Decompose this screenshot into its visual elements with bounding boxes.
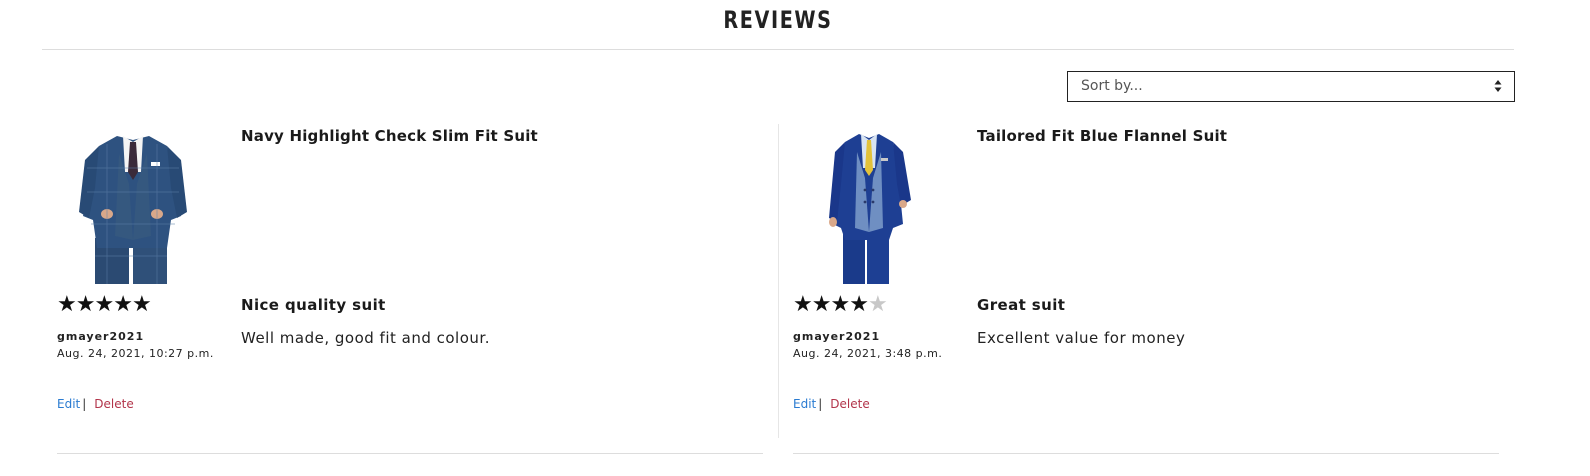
- sort-caret-icon: [1494, 80, 1502, 92]
- star-icon-filled: ★: [793, 292, 813, 317]
- sort-select[interactable]: Sort by...: [1067, 71, 1515, 102]
- title-divider: [42, 49, 1514, 50]
- star-icon-filled: ★: [113, 292, 133, 317]
- review-actions: Edit | Delete: [57, 397, 134, 411]
- delete-link[interactable]: Delete: [94, 397, 133, 411]
- review-date: Aug. 24, 2021, 10:27 p.m.: [57, 347, 214, 360]
- star-icon-filled: ★: [57, 292, 77, 317]
- star-icon-filled: ★: [811, 292, 832, 317]
- product-name[interactable]: Navy Highlight Check Slim Fit Suit: [241, 127, 538, 145]
- edit-link[interactable]: Edit: [793, 397, 816, 411]
- card-divider: [57, 453, 763, 454]
- product-image[interactable]: [793, 128, 945, 284]
- star-rating: ★★★★★: [57, 292, 152, 318]
- star-icon-filled: ★: [830, 292, 850, 317]
- action-separator: |: [818, 397, 823, 411]
- page-title: REVIEWS: [723, 6, 833, 34]
- star-rating: ★★★★★: [793, 292, 888, 318]
- review-body: Well made, good fit and colour.: [241, 329, 490, 347]
- star-icon-filled: ★: [75, 292, 96, 317]
- product-image[interactable]: [57, 128, 209, 284]
- star-icon-empty: ★: [867, 292, 888, 317]
- review-card: Navy Highlight Check Slim Fit Suit ★★★★★…: [57, 124, 763, 454]
- star-icon-filled: ★: [94, 292, 114, 317]
- product-name[interactable]: Tailored Fit Blue Flannel Suit: [977, 127, 1227, 145]
- star-icon-filled: ★: [849, 292, 869, 317]
- reviewer-name: gmayer2021: [57, 330, 145, 343]
- review-date: Aug. 24, 2021, 3:48 p.m.: [793, 347, 943, 360]
- delete-link[interactable]: Delete: [830, 397, 869, 411]
- column-divider: [778, 124, 779, 438]
- review-actions: Edit | Delete: [793, 397, 870, 411]
- sort-select-value: Sort by...: [1081, 78, 1143, 94]
- reviewer-name: gmayer2021: [793, 330, 881, 343]
- action-separator: |: [82, 397, 87, 411]
- review-card: Tailored Fit Blue Flannel Suit ★★★★★ gma…: [793, 124, 1499, 454]
- card-divider: [793, 453, 1499, 454]
- star-icon-filled: ★: [131, 292, 152, 317]
- review-title: Great suit: [977, 296, 1066, 314]
- review-title: Nice quality suit: [241, 296, 386, 314]
- review-body: Excellent value for money: [977, 329, 1186, 347]
- edit-link[interactable]: Edit: [57, 397, 80, 411]
